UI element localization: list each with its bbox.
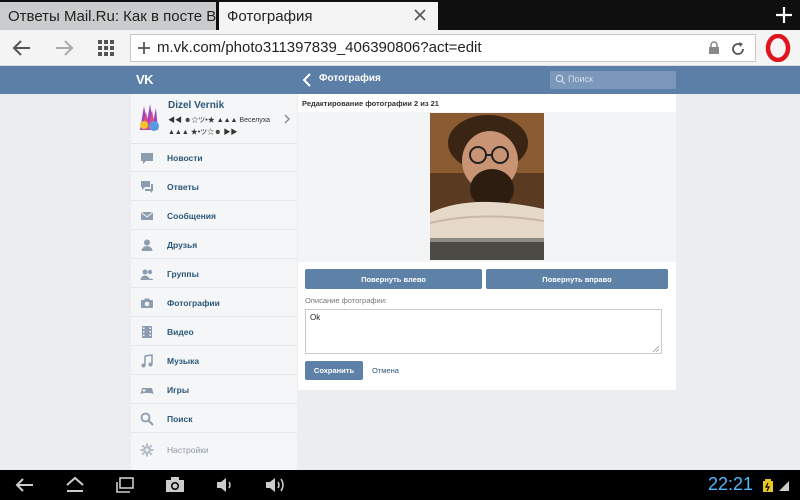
sidebar-item-label: Фотографии xyxy=(167,298,220,308)
gear-icon xyxy=(140,443,154,457)
search-placeholder: Поиск xyxy=(568,74,593,84)
chevron-right-icon xyxy=(284,114,290,124)
search-icon xyxy=(555,74,566,85)
sidebar-item-search[interactable]: Поиск xyxy=(131,405,297,433)
close-tab-icon[interactable] xyxy=(412,7,428,23)
messages-icon xyxy=(140,211,154,220)
status-clock: 22:21 xyxy=(708,474,754,494)
photo-edit-card: Редактирование фотографии 2 из 21 Поверн… xyxy=(298,94,676,390)
news-icon xyxy=(141,153,153,164)
profile-status-line2: ▲▲▲ ★•ツ☆☻ ▶▶ xyxy=(168,129,238,136)
tab-title: Фотография xyxy=(227,7,313,25)
sidebar-item-label: Группы xyxy=(167,269,199,279)
photo-area xyxy=(298,112,676,262)
sidebar-item-music[interactable]: Музыка xyxy=(131,347,297,375)
sidebar-item-news[interactable]: Новости xyxy=(131,144,297,172)
gamepad-icon xyxy=(140,388,154,394)
browser-tab-mailru[interactable]: Ответы Mail.Ru: Как в посте Ві xyxy=(0,2,216,30)
profile-name[interactable]: Dizel Vernik xyxy=(168,100,224,111)
address-bar[interactable]: m.vk.com/photo311397839_406390806?act=ed… xyxy=(130,34,756,62)
browser-toolbar: m.vk.com/photo311397839_406390806?act=ed… xyxy=(0,30,800,66)
sidebar-item-friends[interactable]: Друзья xyxy=(131,231,297,259)
sidebar-item-label: Поиск xyxy=(167,414,193,424)
sidebar-item-label: Видео xyxy=(167,327,194,337)
opera-menu-icon[interactable] xyxy=(764,34,792,62)
sidebar-item-label: Сообщения xyxy=(167,211,216,221)
screenshot-camera-icon[interactable] xyxy=(164,475,186,495)
sidebar-item-groups[interactable]: Группы xyxy=(131,260,297,288)
back-chevron-icon[interactable] xyxy=(302,73,312,87)
edit-heading: Редактирование фотографии 2 из 21 xyxy=(302,99,439,108)
rotate-left-button[interactable]: Повернуть влево xyxy=(305,269,482,289)
browser-tab-strip: Ответы Mail.Ru: Как в посте Ві Фотографи… xyxy=(0,0,800,30)
profile-block[interactable]: Dizel Vernik ◀◀ ☻☆ツ•★ ▲▲▲ Веселуха ▲▲▲ ★… xyxy=(131,94,297,144)
speed-dial-grid-icon[interactable] xyxy=(94,36,118,60)
friends-icon xyxy=(141,239,153,251)
vk-header: VK Фотография Поиск xyxy=(0,66,800,94)
vk-logo[interactable]: VK xyxy=(136,72,154,87)
search-icon xyxy=(140,412,154,426)
back-icon[interactable] xyxy=(14,475,36,495)
music-icon xyxy=(141,354,153,368)
search-field[interactable]: Поиск xyxy=(550,71,676,89)
volume-up-icon[interactable] xyxy=(264,475,286,495)
sidebar-item-label: Ответы xyxy=(167,182,199,192)
back-arrow-icon[interactable] xyxy=(10,36,34,60)
sidebar-item-photos[interactable]: Фотографии xyxy=(131,289,297,317)
sidebar-item-video[interactable]: Видео xyxy=(131,318,297,346)
sidebar-item-label: Настройки xyxy=(167,445,209,455)
sidebar-item-games[interactable]: Игры xyxy=(131,376,297,404)
replies-icon xyxy=(141,181,153,193)
sidebar-item-settings[interactable]: Настройки xyxy=(131,436,297,464)
new-tab-plus-icon[interactable] xyxy=(774,5,794,25)
camera-icon xyxy=(141,298,153,308)
avatar xyxy=(136,100,162,134)
sidebar-item-replies[interactable]: Ответы xyxy=(131,173,297,201)
groups-icon xyxy=(140,269,154,280)
url-text[interactable]: m.vk.com/photo311397839_406390806?act=ed… xyxy=(157,39,482,56)
bookmark-add-icon[interactable] xyxy=(136,40,152,56)
browser-tab-photo[interactable]: Фотография xyxy=(219,2,438,30)
rotate-right-button[interactable]: Повернуть вправо xyxy=(486,269,668,289)
lock-icon xyxy=(709,41,719,54)
resize-grip-icon[interactable] xyxy=(652,345,660,353)
video-icon xyxy=(142,326,152,338)
cancel-link[interactable]: Отмена xyxy=(372,366,399,375)
description-label: Описание фотографии: xyxy=(305,296,388,305)
volume-down-icon[interactable] xyxy=(214,475,236,495)
recent-apps-icon[interactable] xyxy=(114,475,136,495)
profile-status-line1: ◀◀ ☻☆ツ•★ ▲▲▲ Веселуха xyxy=(168,117,271,124)
reload-icon[interactable] xyxy=(729,40,747,58)
system-nav-bar: 22:21 xyxy=(0,470,800,500)
photo-image xyxy=(430,113,544,260)
home-icon[interactable] xyxy=(64,475,86,495)
sidebar-item-label: Музыка xyxy=(167,356,200,366)
sidebar-menu: Dizel Vernik ◀◀ ☻☆ツ•★ ▲▲▲ Веселуха ▲▲▲ ★… xyxy=(131,94,297,470)
sidebar-item-label: Новости xyxy=(167,153,203,163)
sidebar-item-label: Игры xyxy=(167,385,190,395)
signal-icon xyxy=(779,481,789,491)
sidebar-item-messages[interactable]: Сообщения xyxy=(131,202,297,230)
sidebar-item-label: Друзья xyxy=(167,240,198,250)
save-button[interactable]: Сохранить xyxy=(305,361,363,380)
tab-title: Ответы Mail.Ru: Как в посте Ві xyxy=(8,7,216,25)
page-title: Фотография xyxy=(319,73,381,84)
battery-charging-icon xyxy=(763,479,773,492)
forward-arrow-icon[interactable] xyxy=(52,36,76,60)
description-field[interactable]: Ok xyxy=(305,309,662,354)
